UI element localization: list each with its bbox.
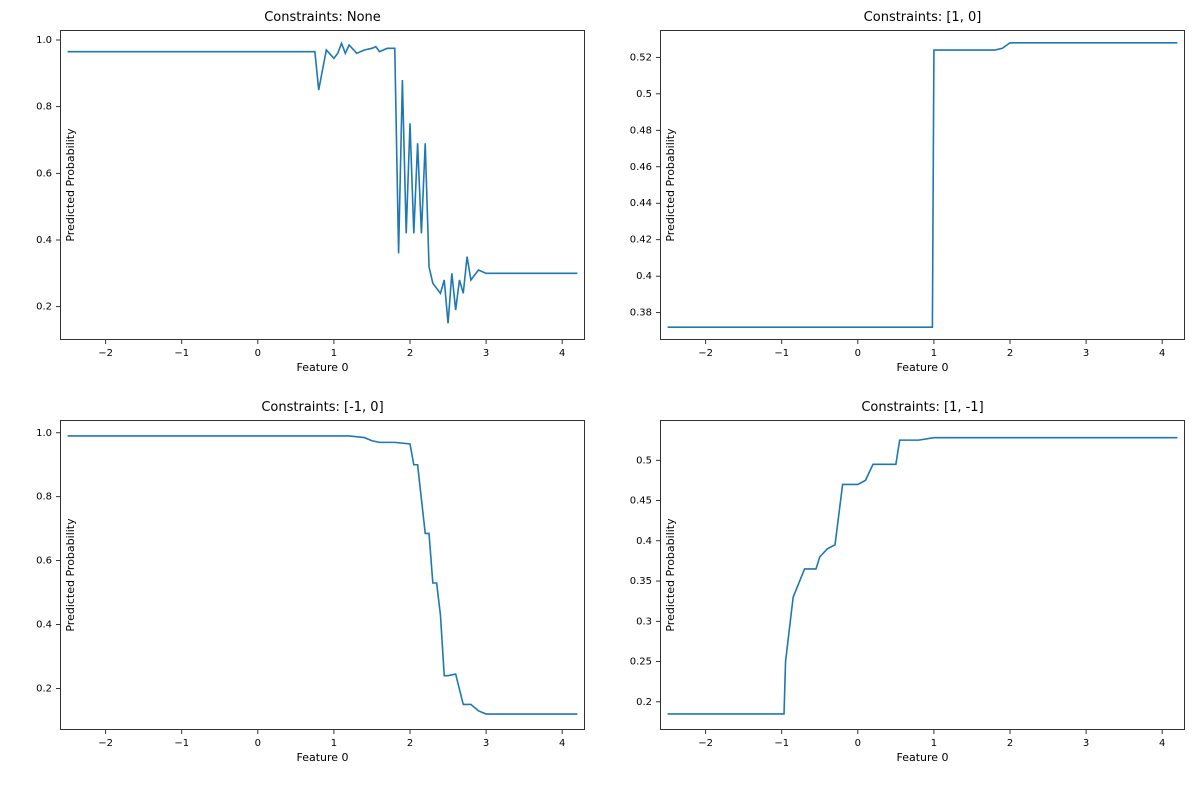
y-axis-label: Predicted Probability [64,128,77,241]
axes-frame [661,421,1185,730]
data-line [68,43,578,323]
x-axis-label: Feature 0 [660,751,1185,764]
y-axis-label: Predicted Probability [664,518,677,631]
subplot-constraints-neg1-0: Constraints: [-1, 0] Feature 0 Predicted… [60,420,585,730]
y-tick-label: 0.25 [630,657,652,668]
y-tick-label: 0.8 [36,492,52,503]
x-tick-label: 0 [255,348,261,359]
y-axis-label: Predicted Probability [664,128,677,241]
x-tick-label: −2 [698,348,713,359]
x-tick-label: 0 [855,348,861,359]
x-tick-label: 4 [559,348,565,359]
x-tick-label: −1 [774,348,789,359]
plot-area: −2−1012340.20.250.30.350.40.450.5 [660,420,1185,730]
x-tick-label: 1 [331,348,337,359]
x-tick-label: 3 [1083,348,1089,359]
x-tick-label: 0 [855,738,861,749]
plot-area: −2−1012340.380.40.420.440.460.480.50.52 [660,30,1185,340]
plot-area: −2−1012340.20.40.60.81.0 [60,420,585,730]
y-tick-label: 0.4 [636,536,652,547]
y-tick-label: 0.6 [36,556,52,567]
chart-title: Constraints: [-1, 0] [60,400,585,415]
x-tick-label: 1 [931,348,937,359]
x-tick-label: 4 [1159,738,1165,749]
y-tick-label: 0.45 [630,496,652,507]
x-tick-label: 1 [931,738,937,749]
x-tick-label: 1 [331,738,337,749]
y-tick-label: 0.6 [36,168,52,179]
figure: Constraints: None Feature 0 Predicted Pr… [0,0,1200,800]
y-tick-label: 0.48 [630,125,652,136]
x-tick-label: −1 [774,738,789,749]
x-tick-label: 4 [1159,348,1165,359]
x-axis-label: Feature 0 [660,361,1185,374]
axes-frame [61,31,585,340]
y-tick-label: 0.4 [636,271,652,282]
axes-frame [61,421,585,730]
y-tick-label: 0.4 [36,235,52,246]
x-tick-label: 2 [407,738,413,749]
y-tick-label: 1.0 [36,35,52,46]
subplot-constraints-none: Constraints: None Feature 0 Predicted Pr… [60,30,585,340]
y-tick-label: 0.44 [630,198,652,209]
x-tick-label: 4 [559,738,565,749]
x-tick-label: −1 [174,738,189,749]
x-tick-label: 3 [1083,738,1089,749]
y-tick-label: 0.4 [36,620,52,631]
x-tick-label: 3 [483,348,489,359]
x-tick-label: −2 [98,348,113,359]
x-axis-label: Feature 0 [60,361,585,374]
y-axis-label: Predicted Probability [64,518,77,631]
chart-title: Constraints: None [60,10,585,25]
y-tick-label: 0.2 [36,683,52,694]
x-tick-label: −2 [98,738,113,749]
data-line [668,438,1178,714]
data-line [68,436,578,714]
x-tick-label: 0 [255,738,261,749]
chart-title: Constraints: [1, -1] [660,400,1185,415]
subplot-constraints-1-neg1: Constraints: [1, -1] Feature 0 Predicted… [660,420,1185,730]
y-tick-label: 0.38 [630,308,652,319]
x-tick-label: −2 [698,738,713,749]
y-tick-label: 0.5 [636,89,652,100]
axes-frame [661,31,1185,340]
x-axis-label: Feature 0 [60,751,585,764]
y-tick-label: 0.3 [636,616,652,627]
y-tick-label: 1.0 [36,428,52,439]
x-tick-label: 3 [483,738,489,749]
y-tick-label: 0.8 [36,102,52,113]
data-line [668,43,1178,327]
subplot-constraints-1-0: Constraints: [1, 0] Feature 0 Predicted … [660,30,1185,340]
y-tick-label: 0.42 [630,235,652,246]
x-tick-label: −1 [174,348,189,359]
y-tick-label: 0.2 [636,697,652,708]
x-tick-label: 2 [407,348,413,359]
chart-title: Constraints: [1, 0] [660,10,1185,25]
plot-area: −2−1012340.20.40.60.81.0 [60,30,585,340]
y-tick-label: 0.46 [630,162,652,173]
x-tick-label: 2 [1007,348,1013,359]
y-tick-label: 0.35 [630,576,652,587]
y-tick-label: 0.2 [36,302,52,313]
x-tick-label: 2 [1007,738,1013,749]
y-tick-label: 0.52 [630,52,652,63]
y-tick-label: 0.5 [636,455,652,466]
